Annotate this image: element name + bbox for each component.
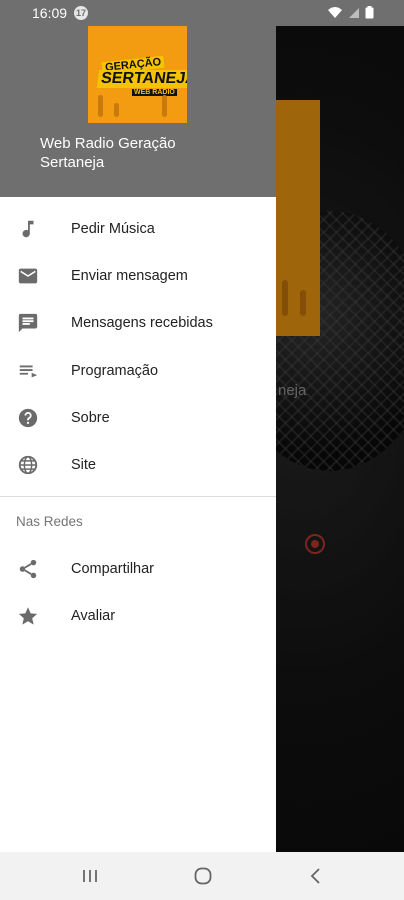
menu-item-label: Sobre bbox=[71, 409, 110, 426]
status-icons bbox=[327, 6, 374, 24]
back-icon[interactable] bbox=[304, 864, 328, 888]
battery-icon bbox=[365, 6, 374, 24]
home-icon[interactable] bbox=[191, 864, 215, 888]
wifi-icon bbox=[327, 6, 343, 24]
help-icon bbox=[17, 407, 39, 429]
station-logo: GERAÇÃO SERTANEJA WEB RÁDIO bbox=[88, 25, 187, 123]
menu-item-mensagens-recebidas[interactable]: Mensagens recebidas bbox=[0, 300, 276, 347]
status-time: 16:09 bbox=[32, 5, 68, 21]
social-menu: Compartilhar Avaliar bbox=[0, 545, 276, 640]
menu-item-label: Compartilhar bbox=[71, 560, 154, 577]
system-navigation-bar bbox=[0, 852, 404, 900]
navigation-drawer: GERAÇÃO SERTANEJA WEB RÁDIO Web Radio Ge… bbox=[0, 0, 276, 852]
drawer-title: Web Radio Geração Sertaneja bbox=[40, 135, 176, 171]
globe-icon bbox=[17, 454, 39, 476]
menu-item-enviar-mensagem[interactable]: Enviar mensagem bbox=[0, 252, 276, 299]
drawer-menu: Pedir Música Enviar mensagem Mensagens r… bbox=[0, 205, 276, 489]
notification-badge: 17 bbox=[74, 6, 88, 20]
menu-item-label: Site bbox=[71, 457, 96, 474]
menu-item-avaliar[interactable]: Avaliar bbox=[0, 592, 276, 639]
playlist-icon bbox=[17, 360, 39, 382]
signal-icon bbox=[348, 6, 360, 24]
mail-icon bbox=[17, 265, 39, 287]
status-bar: 16:09 17 bbox=[0, 0, 404, 26]
menu-item-programacao[interactable]: Programação bbox=[0, 347, 276, 394]
menu-item-label: Programação bbox=[71, 362, 159, 379]
menu-divider bbox=[0, 496, 276, 497]
menu-item-compartilhar[interactable]: Compartilhar bbox=[0, 545, 276, 592]
section-title-nas-redes: Nas Redes bbox=[16, 514, 83, 529]
music-note-icon bbox=[17, 218, 39, 240]
menu-item-sobre[interactable]: Sobre bbox=[0, 394, 276, 441]
chat-icon bbox=[17, 312, 39, 334]
menu-item-pedir-musica[interactable]: Pedir Música bbox=[0, 205, 276, 252]
menu-item-label: Pedir Música bbox=[71, 220, 155, 237]
menu-item-label: Mensagens recebidas bbox=[71, 315, 213, 332]
menu-item-site[interactable]: Site bbox=[0, 441, 276, 488]
share-icon bbox=[17, 558, 39, 580]
star-icon bbox=[17, 605, 39, 627]
menu-item-label: Enviar mensagem bbox=[71, 267, 188, 284]
menu-item-label: Avaliar bbox=[71, 607, 116, 624]
recent-apps-icon[interactable] bbox=[78, 864, 102, 888]
drawer-header: GERAÇÃO SERTANEJA WEB RÁDIO Web Radio Ge… bbox=[0, 0, 276, 197]
